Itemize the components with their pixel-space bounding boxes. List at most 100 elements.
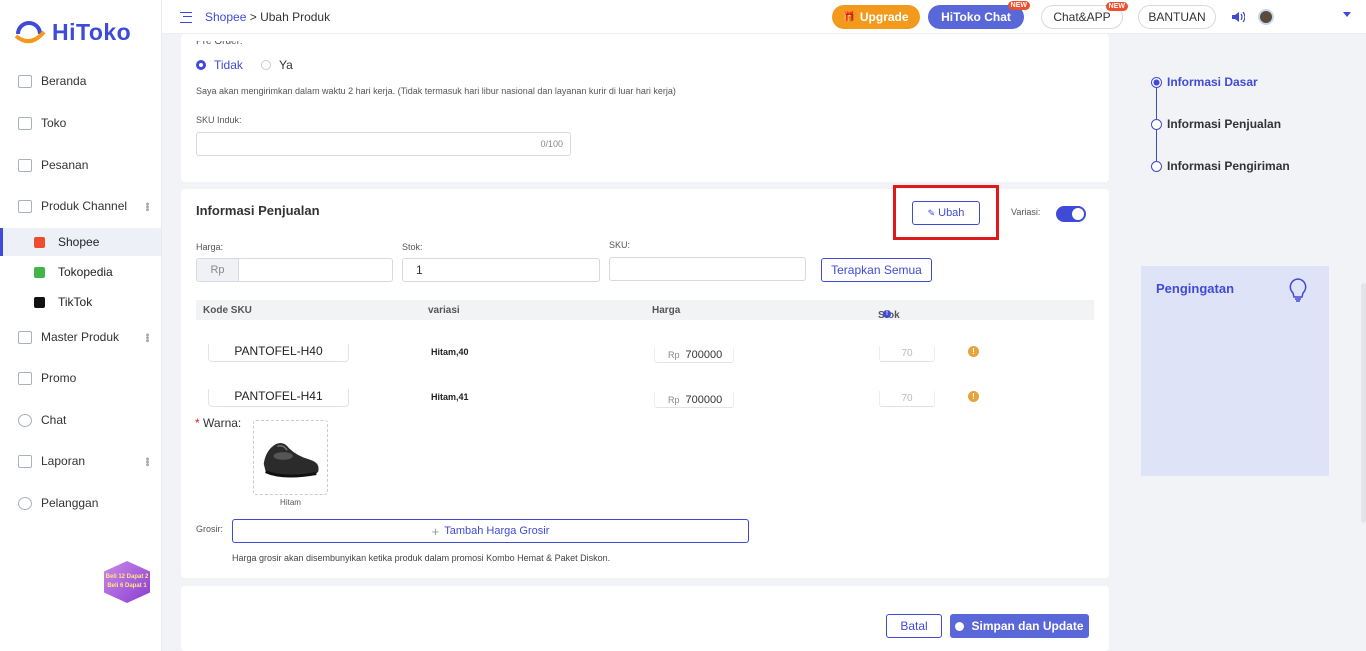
sidebar-item-label: Master Produk bbox=[41, 330, 120, 344]
breadcrumb-page: Ubah Produk bbox=[260, 10, 331, 24]
plus-icon: + bbox=[431, 523, 440, 539]
logo-text: HiToko bbox=[52, 18, 132, 45]
avatar[interactable] bbox=[1258, 9, 1274, 25]
price-prefix: Rp bbox=[668, 394, 680, 405]
step-dot-icon bbox=[1151, 118, 1162, 130]
step-label: Informasi Penjualan bbox=[1167, 117, 1282, 131]
price-prefix: Rp bbox=[197, 259, 239, 281]
order-icon bbox=[18, 158, 32, 172]
preorder-radio-no[interactable]: Tidak bbox=[196, 58, 243, 72]
step-informasi-pengiriman[interactable]: Informasi Pengiriman bbox=[1151, 159, 1290, 173]
menu-collapse-icon[interactable] bbox=[180, 11, 192, 23]
variation-label: Variasi: bbox=[1011, 207, 1041, 217]
sidebar-item-beranda[interactable]: Beranda bbox=[0, 66, 161, 96]
add-wholesale-button[interactable]: + Tambah Harga Grosir bbox=[232, 519, 749, 543]
more-icon[interactable]: ••• bbox=[141, 457, 153, 466]
breadcrumb-shop[interactable]: Shopee bbox=[205, 10, 246, 24]
shopee-icon bbox=[34, 236, 45, 248]
sidebar-item-produk-channel[interactable]: Produk Channel ••• bbox=[0, 191, 161, 221]
variation-value: Hitam,40 bbox=[431, 347, 469, 357]
more-icon[interactable]: ••• bbox=[141, 202, 153, 211]
price-value: 700000 bbox=[685, 348, 723, 361]
preorder-label: Pre Order: bbox=[196, 36, 243, 47]
warning-icon[interactable]: ! bbox=[968, 391, 979, 402]
price-input[interactable]: Rp bbox=[196, 258, 393, 282]
edit-variation-button[interactable]: ✎ Ubah bbox=[912, 201, 980, 225]
sidebar-item-master-produk[interactable]: Master Produk ••• bbox=[0, 322, 161, 352]
sku-code-field[interactable]: PANTOFEL-H40 bbox=[208, 344, 349, 362]
stock-value: 1 bbox=[416, 263, 423, 277]
col-price: Harga bbox=[652, 305, 681, 316]
warning-icon[interactable]: ! bbox=[968, 346, 979, 357]
hitoko-chat-button[interactable]: HiToko Chat NEW bbox=[928, 1, 1030, 29]
section-title: Informasi Penjualan bbox=[196, 203, 320, 218]
users-icon bbox=[18, 496, 32, 510]
more-icon[interactable]: ••• bbox=[141, 333, 153, 342]
variation-price-input[interactable]: Rp 700000 bbox=[654, 347, 734, 363]
sidebar-item-label: Pesanan bbox=[41, 158, 89, 172]
variation-image-upload[interactable] bbox=[253, 420, 328, 495]
lightbulb-icon bbox=[1289, 278, 1307, 302]
promo-icon bbox=[18, 371, 32, 385]
price-label: Harga: bbox=[196, 242, 224, 252]
upgrade-button[interactable]: 🎁 Upgrade bbox=[832, 5, 920, 29]
check-circle-icon bbox=[955, 621, 965, 631]
gift-icon: 🎁 bbox=[843, 11, 856, 23]
logo[interactable]: HiToko bbox=[14, 18, 131, 46]
sidebar-item-pesanan[interactable]: Pesanan bbox=[0, 150, 161, 180]
radio-label: Tidak bbox=[214, 58, 243, 72]
variation-stock-input[interactable]: 70 bbox=[879, 346, 935, 362]
sidebar-channel-shopee[interactable]: Shopee bbox=[0, 228, 161, 256]
promo-badge-line1: Beli 12 Dapat 2 bbox=[105, 574, 149, 580]
step-dot-icon bbox=[1151, 76, 1162, 88]
help-button[interactable]: BANTUAN bbox=[1138, 5, 1216, 29]
sidebar-channel-tokopedia[interactable]: Tokopedia bbox=[0, 258, 161, 286]
price-prefix: Rp bbox=[668, 349, 680, 360]
upgrade-label: Upgrade bbox=[859, 10, 909, 24]
action-bar: Batal Simpan dan Update bbox=[181, 586, 1109, 651]
reminder-panel: Pengingatan bbox=[1141, 266, 1329, 476]
promo-badge[interactable]: Beli 12 Dapat 2 Beli 6 Dapat 1 bbox=[104, 561, 150, 603]
preorder-radio-yes[interactable]: Ya bbox=[261, 58, 293, 72]
chat-app-button[interactable]: Chat&APP NEW bbox=[1041, 2, 1128, 29]
sidebar-item-label: Pelanggan bbox=[41, 496, 99, 510]
save-update-button[interactable]: Simpan dan Update bbox=[950, 614, 1089, 638]
stock-input[interactable]: 1 bbox=[402, 258, 600, 282]
variation-stock-input[interactable]: 70 bbox=[879, 391, 935, 407]
box-icon bbox=[18, 330, 32, 344]
sidebar-item-label: Chat bbox=[41, 413, 67, 427]
sidebar-item-label: Laporan bbox=[41, 454, 86, 468]
sidebar-item-promo[interactable]: Promo bbox=[0, 363, 161, 393]
report-icon bbox=[18, 454, 32, 468]
info-icon[interactable]: ! bbox=[883, 310, 891, 318]
sku-code-field[interactable]: PANTOFEL-H41 bbox=[208, 389, 349, 407]
sku-induk-input[interactable]: 0/100 bbox=[196, 132, 571, 156]
step-label: Informasi Dasar bbox=[1167, 75, 1258, 89]
cancel-button[interactable]: Batal bbox=[886, 614, 942, 638]
variation-price-input[interactable]: Rp 700000 bbox=[654, 392, 734, 408]
topbar: Shopee > Ubah Produk 🎁 Upgrade HiToko Ch… bbox=[162, 0, 1366, 34]
channel-label: Tokopedia bbox=[58, 265, 113, 279]
add-wholesale-label: Tambah Harga Grosir bbox=[444, 525, 550, 537]
sidebar-item-laporan[interactable]: Laporan ••• bbox=[0, 446, 161, 476]
col-sku: Kode SKU bbox=[203, 305, 252, 316]
sidebar-item-chat[interactable]: Chat bbox=[0, 405, 161, 435]
sku-label: SKU: bbox=[609, 240, 631, 250]
sidebar-item-pelanggan[interactable]: Pelanggan bbox=[0, 488, 161, 518]
sku-input[interactable] bbox=[609, 257, 806, 281]
scrollbar[interactable] bbox=[1361, 283, 1366, 523]
variation-toggle[interactable] bbox=[1056, 206, 1086, 222]
sidebar-item-toko[interactable]: Toko bbox=[0, 108, 161, 138]
variation-value: Hitam,41 bbox=[431, 392, 469, 402]
tiktok-icon bbox=[34, 296, 45, 308]
color-label: * Warna: bbox=[195, 416, 241, 430]
speaker-icon[interactable] bbox=[1231, 11, 1245, 23]
apply-all-button[interactable]: Terapkan Semua bbox=[821, 258, 932, 282]
chevron-down-icon[interactable] bbox=[1343, 12, 1351, 17]
step-informasi-penjualan[interactable]: Informasi Penjualan bbox=[1151, 117, 1281, 131]
sku-induk-label: SKU Induk: bbox=[196, 115, 242, 125]
sidebar-channel-tiktok[interactable]: TikTok bbox=[0, 288, 161, 316]
new-badge: NEW bbox=[1007, 1, 1030, 10]
breadcrumb: Shopee > Ubah Produk bbox=[180, 10, 330, 24]
step-informasi-dasar[interactable]: Informasi Dasar bbox=[1151, 75, 1258, 89]
